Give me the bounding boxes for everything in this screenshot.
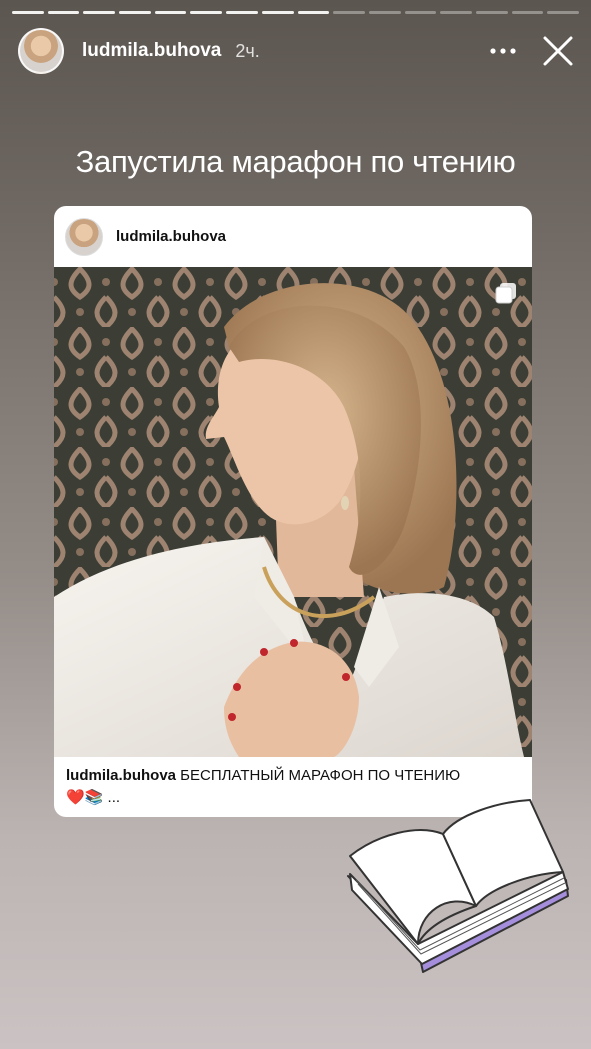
portrait-image [54,267,532,757]
story-username[interactable]: ludmila.buhova [82,40,221,62]
story-progress-segment [261,11,294,14]
story-progress-segment [190,11,223,14]
story-progress-segment [475,11,508,14]
story-progress-segment [226,11,258,14]
profile-avatar[interactable] [18,28,64,74]
story-progress-segment [404,11,437,14]
story-progress-segment [511,11,544,14]
story-progress-segment [440,11,472,14]
caption-text: БЕСПЛАТНЫЙ МАРАФОН ПО ЧТЕНИЮ [176,767,461,784]
story-progress-segment [368,11,401,14]
close-icon[interactable] [539,32,577,70]
story-progress-segment [154,11,187,14]
more-icon[interactable] [489,38,517,64]
story-header: ludmila.buhova 2ч. [18,26,577,76]
post-photo [54,267,532,757]
caption-emoji: ❤️📚 [66,789,104,806]
story-progress-segment [12,11,44,14]
caption-username: ludmila.buhova [66,767,177,784]
caption-more[interactable]: ... [108,789,121,806]
story-time: 2ч. [235,40,260,61]
shared-post-card[interactable]: ludmila.buhova ludmila.buhova БЕСПЛАТНЫЙ… [54,206,532,817]
story-progress-segment [119,11,151,14]
post-avatar [65,217,103,256]
story-progress-segment [297,11,330,14]
open-book-sticker[interactable] [338,794,578,979]
story-text: Запустила марафон по чтению [75,144,516,179]
story-progress-segment [547,11,579,14]
multiple-photos-icon [495,283,516,304]
story-progress-bar [12,11,579,14]
post-username: ludmila.buhova [116,228,227,245]
post-header: ludmila.buhova [54,206,532,267]
story-progress-segment [83,11,116,14]
story-progress-segment [333,11,365,14]
story-progress-segment [47,11,80,14]
